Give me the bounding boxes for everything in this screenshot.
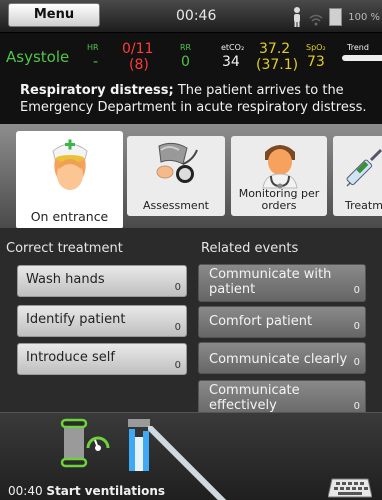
wifi-icon bbox=[309, 11, 323, 26]
hr-label: HR bbox=[87, 43, 99, 52]
spo2-label: SpO₂ bbox=[306, 43, 326, 52]
blood-pressure-cuff-icon bbox=[149, 140, 203, 196]
event-count: 0 bbox=[353, 357, 360, 368]
trend-slider[interactable] bbox=[342, 55, 382, 61]
tab-treatment-label: Treatm bbox=[345, 199, 382, 212]
syringe-icon bbox=[345, 146, 382, 192]
event-label: Communicate effectively bbox=[209, 383, 300, 413]
vitals-strip: Asystole HR - 0/11 (8) RR 0 etCO₂ 34 37.… bbox=[0, 33, 382, 78]
tab-on-entrance[interactable]: On entrance bbox=[16, 131, 123, 229]
comfort-patient-button[interactable]: Comfort patient 0 bbox=[198, 306, 366, 338]
tab-monitoring[interactable]: Monitoring per orders bbox=[231, 136, 327, 216]
category-tabs: On entrance Assessment Monitoring per or… bbox=[0, 124, 382, 229]
treatment-count: 0 bbox=[174, 322, 181, 333]
rhythm-label: Asystole bbox=[6, 48, 70, 66]
tab-on-entrance-label: On entrance bbox=[30, 209, 109, 224]
hr-value: - bbox=[93, 54, 99, 70]
introduce-self-button[interactable]: Introduce self 0 bbox=[17, 343, 187, 375]
keyboard-icon[interactable] bbox=[327, 473, 373, 500]
treatment-count: 0 bbox=[174, 282, 181, 293]
treatment-label: Wash hands bbox=[26, 272, 105, 287]
scenario-description: Respiratory distress; The patient arrive… bbox=[0, 78, 382, 130]
treatment-label: Identify patient bbox=[26, 312, 126, 327]
top-bar: Menu 00:46 100 % bbox=[0, 0, 382, 33]
event-count: 0 bbox=[353, 285, 360, 296]
event-count: 0 bbox=[353, 321, 360, 332]
treatment-count: 0 bbox=[174, 360, 181, 371]
trend-label: Trend bbox=[347, 43, 369, 52]
rr-value: 0 bbox=[181, 54, 190, 70]
nurse-icon bbox=[43, 139, 97, 201]
wash-hands-button[interactable]: Wash hands 0 bbox=[17, 265, 187, 297]
last-event-log: 00:40 Start ventilations bbox=[8, 484, 165, 498]
bottom-bar: 00:40 Start ventilations bbox=[0, 412, 382, 500]
temperature-value: 37.2 bbox=[259, 41, 291, 57]
bp-mean: (8) bbox=[129, 57, 149, 73]
airway-gauge-icon[interactable] bbox=[58, 418, 118, 474]
actions-panel: Correct treatment Related events Wash ha… bbox=[0, 228, 382, 418]
session-clock: 00:46 bbox=[176, 8, 217, 24]
tab-treatment[interactable]: Treatm bbox=[333, 136, 382, 216]
tab-monitoring-label: Monitoring per orders bbox=[238, 187, 320, 212]
communicate-with-patient-button[interactable]: Communicate with patient 0 bbox=[198, 264, 366, 302]
person-icon bbox=[291, 6, 303, 28]
temperature-secondary: (37.1) bbox=[256, 57, 299, 73]
rr-label: RR bbox=[180, 43, 192, 52]
etco2-value: 34 bbox=[222, 54, 240, 70]
event-label: Comfort patient bbox=[209, 314, 313, 329]
scenario-title: Respiratory distress; bbox=[20, 83, 174, 98]
event-label: Communicate with patient bbox=[209, 267, 332, 297]
identify-patient-button[interactable]: Identify patient 0 bbox=[17, 305, 187, 337]
bp-value: 0/11 bbox=[122, 41, 154, 57]
tab-assessment-label: Assessment bbox=[143, 199, 209, 212]
event-description: Start ventilations bbox=[46, 484, 166, 498]
event-label: Communicate clearly bbox=[209, 352, 348, 367]
correct-treatment-heading: Correct treatment bbox=[6, 241, 123, 256]
doctor-stethoscope-icon bbox=[257, 138, 303, 194]
related-events-heading: Related events bbox=[201, 241, 299, 256]
treatment-label: Introduce self bbox=[26, 350, 115, 365]
event-time: 00:40 bbox=[8, 484, 43, 498]
menu-button[interactable]: Menu bbox=[8, 3, 100, 27]
battery-percent: 100 % bbox=[348, 11, 380, 23]
battery-icon bbox=[329, 8, 343, 26]
spo2-value: 73 bbox=[307, 54, 325, 70]
tab-assessment[interactable]: Assessment bbox=[127, 136, 225, 216]
status-icons: 100 % bbox=[291, 6, 380, 28]
communicate-clearly-button[interactable]: Communicate clearly 0 bbox=[198, 342, 366, 374]
etco2-label: etCO₂ bbox=[221, 43, 245, 52]
